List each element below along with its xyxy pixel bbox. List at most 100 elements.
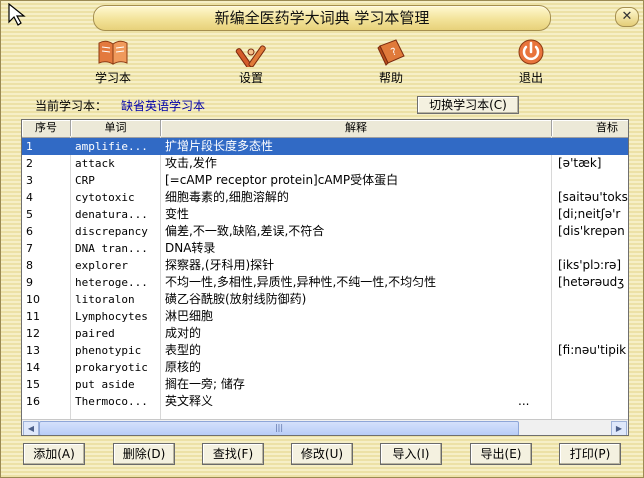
row-phonetic <box>558 172 628 189</box>
row-phonetic <box>558 376 628 393</box>
row-word: heteroge... <box>75 276 148 289</box>
column-header-definition[interactable]: 解释 <box>161 120 552 136</box>
scroll-right-button[interactable]: ▶ <box>611 421 627 435</box>
row-phonetic: [di;neitʃə'r <box>558 207 621 221</box>
help-book-icon: ? <box>377 39 405 66</box>
row-number: 3 <box>26 174 33 187</box>
import-button[interactable]: 导入(I) <box>380 443 442 465</box>
row-definition: 不均一性,多相性,异质性,异种性,不纯一性,不均匀性 <box>165 275 437 289</box>
row-number: 5 <box>26 208 33 221</box>
grip-icon: ||| <box>274 423 284 432</box>
table-row[interactable]: 5 denatura... 变性 [di;neitʃə'r <box>22 206 628 223</box>
close-button[interactable]: ✕ <box>615 7 639 27</box>
row-definition: 探察器,(牙科用)探针 <box>165 258 275 272</box>
toolbar-study-book[interactable]: 学习本 <box>73 37 153 86</box>
row-word: prokaryotic <box>75 361 148 374</box>
row-definition: 攻击,发作 <box>165 156 217 170</box>
table-row[interactable]: 15 put aside 搁在一旁; 储存 <box>22 376 628 393</box>
row-number: 9 <box>26 276 33 289</box>
scrollbar-thumb[interactable]: ||| <box>39 421 519 435</box>
current-study-book-value: 缺省英语学习本 <box>121 99 206 113</box>
column-header-no[interactable]: 序号 <box>22 120 71 136</box>
word-list[interactable]: 序号 单词 解释 音标 1 amplifie... 扩增片段长度多态性 2 attack… <box>21 119 629 436</box>
row-definition: 成对的 <box>165 326 202 340</box>
edit-button[interactable]: 修改(U) <box>291 443 353 465</box>
table-row[interactable]: 6 discrepancy 偏差,不一致,缺陷,差误,不符合 [dis'krepən <box>22 223 628 240</box>
row-word: DNA tran... <box>75 242 148 255</box>
table-row[interactable]: 11 Lymphocytes 淋巴细胞 <box>22 308 628 325</box>
toolbar-settings[interactable]: 设置 <box>211 37 291 86</box>
row-word: phenotypic <box>75 344 142 357</box>
scroll-left-button[interactable]: ◀ <box>23 421 39 435</box>
row-number: 12 <box>26 327 40 340</box>
row-definition: 变性 <box>165 207 190 221</box>
row-number: 16 <box>26 395 40 408</box>
delete-button[interactable]: 删除(D) <box>113 443 175 465</box>
table-row[interactable]: 8 explorer 探察器,(牙科用)探针 [iks'plɔ:rə] <box>22 257 628 274</box>
row-phonetic <box>558 138 628 155</box>
row-number: 2 <box>26 157 33 170</box>
row-phonetic: [iks'plɔ:rə] <box>558 258 622 272</box>
row-word: discrepancy <box>75 225 148 238</box>
list-header: 序号 单词 解释 音标 <box>22 120 628 138</box>
power-icon <box>518 39 544 65</box>
row-definition: 磺乙谷酰胺(放射线防御药) <box>165 292 307 306</box>
table-row[interactable]: 16 Thermoco... 英文释义... <box>22 393 628 410</box>
row-definition: 表型的 <box>165 343 202 357</box>
toolbar-study-book-label: 学习本 <box>94 71 131 85</box>
row-definition: 偏差,不一致,缺陷,差误,不符合 <box>165 224 325 238</box>
toolbar-exit[interactable]: 退出 <box>491 37 571 86</box>
row-word: cytotoxic <box>75 191 135 204</box>
row-phonetic <box>558 291 628 308</box>
row-word: denatura... <box>75 208 148 221</box>
more-indicator: ... <box>518 394 530 408</box>
table-row[interactable]: 10 litoralon 磺乙谷酰胺(放射线防御药) <box>22 291 628 308</box>
row-definition: [=cAMP receptor protein]cAMP受体蛋白 <box>165 173 399 187</box>
row-definition: 搁在一旁; 储存 <box>165 377 245 391</box>
row-word: Lymphocytes <box>75 310 148 323</box>
table-row[interactable]: 12 paired 成对的 <box>22 325 628 342</box>
print-button[interactable]: 打印(P) <box>559 443 621 465</box>
switch-study-book-button[interactable]: 切换学习本(C) <box>417 96 519 114</box>
row-definition: DNA转录 <box>165 241 216 255</box>
row-definition: 英文释义 <box>165 394 214 408</box>
settings-tools-icon <box>235 45 266 67</box>
horizontal-scrollbar[interactable]: ◀ ||| ▶ <box>22 419 628 435</box>
column-header-phonetic[interactable]: 音标 <box>552 120 628 136</box>
table-row[interactable]: 7 DNA tran... DNA转录 <box>22 240 628 257</box>
row-word: amplifie... <box>75 140 148 153</box>
row-number: 4 <box>26 191 33 204</box>
row-number: 7 <box>26 242 33 255</box>
close-icon: ✕ <box>621 9 633 24</box>
row-definition: 原核的 <box>165 360 202 374</box>
row-phonetic <box>558 393 628 410</box>
row-word: explorer <box>75 259 128 272</box>
arrow-right-icon: ▶ <box>615 424 623 433</box>
arrow-left-icon: ◀ <box>27 424 35 433</box>
table-row[interactable]: 3 CRP [=cAMP receptor protein]cAMP受体蛋白 <box>22 172 628 189</box>
find-button[interactable]: 查找(F) <box>202 443 264 465</box>
export-button[interactable]: 导出(E) <box>470 443 532 465</box>
row-number: 1 <box>26 140 33 153</box>
row-number: 14 <box>26 361 40 374</box>
current-study-book: 当前学习本： 缺省英语学习本 <box>35 97 205 114</box>
row-word: attack <box>75 157 115 170</box>
toolbar-help[interactable]: ? 帮助 <box>351 37 431 86</box>
add-button[interactable]: 添加(A) <box>23 443 85 465</box>
row-phonetic: [saitəu'toks <box>558 190 628 204</box>
column-header-word[interactable]: 单词 <box>71 120 161 136</box>
row-word: put aside <box>75 378 135 391</box>
row-number: 11 <box>26 310 40 323</box>
table-row[interactable]: 9 heteroge... 不均一性,多相性,异质性,异种性,不纯一性,不均匀性 [h… <box>22 274 628 291</box>
row-word: paired <box>75 327 115 340</box>
window: 新编全医药学大词典 学习本管理 ✕ 学习本 设置 ? 帮助 退出 当前学习本： … <box>0 0 644 478</box>
table-row[interactable]: 2 attack 攻击,发作 [ə'tæk] <box>22 155 628 172</box>
table-row[interactable]: 1 amplifie... 扩增片段长度多态性 <box>22 138 628 155</box>
window-title: 新编全医药学大词典 学习本管理 <box>93 5 551 31</box>
row-number: 13 <box>26 344 40 357</box>
toolbar-help-label: 帮助 <box>378 71 403 85</box>
table-row[interactable]: 4 cytotoxic 细胞毒素的,细胞溶解的 [saitəu'toks <box>22 189 628 206</box>
table-row[interactable]: 13 phenotypic 表型的 [fi:nəu'tipik <box>22 342 628 359</box>
table-row[interactable]: 14 prokaryotic 原核的 <box>22 359 628 376</box>
row-number: 15 <box>26 378 40 391</box>
